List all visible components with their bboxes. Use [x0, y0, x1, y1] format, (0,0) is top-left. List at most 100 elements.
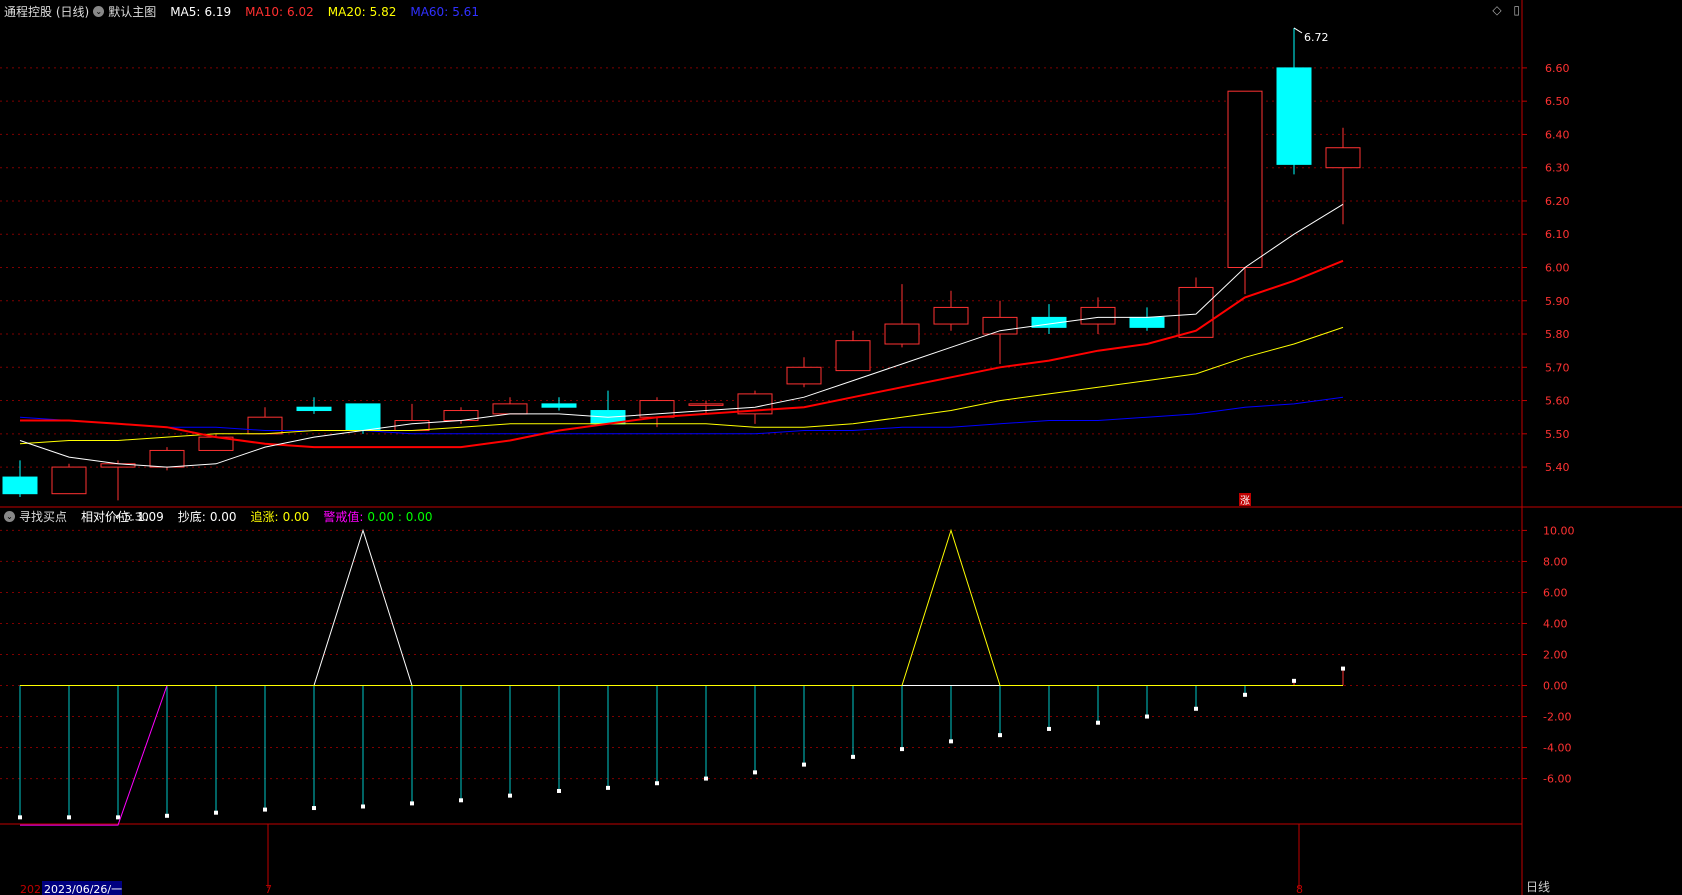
- sub-tick-label: -6.00: [1543, 773, 1571, 786]
- main-header: 通程控股 (日线) ⌄ 默认主图 MA5: 6.19 MA10: 6.02 MA…: [4, 3, 479, 20]
- ma10-value: 6.02: [287, 4, 314, 19]
- main-tick-label: 5.50: [1545, 428, 1570, 441]
- sub-tick-label: -2.00: [1543, 711, 1571, 724]
- diamond-icon[interactable]: ◇: [1492, 3, 1501, 17]
- alert-value: 0.00 : 0.00: [367, 509, 433, 524]
- relative-price-dot: [410, 801, 414, 806]
- ma5-value: 6.19: [204, 4, 232, 19]
- relative-price-dot: [18, 815, 22, 820]
- candle-body: [541, 403, 577, 408]
- relative-price-dot: [1243, 692, 1247, 697]
- sub-tick-label: 10.00: [1543, 524, 1575, 537]
- candle-body: [1080, 306, 1116, 325]
- relative-price-dot: [361, 804, 365, 809]
- ma20-label: MA20:: [327, 4, 366, 19]
- main-tick-label: 6.30: [1545, 162, 1570, 175]
- relative-price-dot: [263, 807, 267, 812]
- candle-body: [1227, 90, 1263, 268]
- grid-layer: [0, 67, 1522, 780]
- relative-price-dot: [802, 762, 806, 767]
- candle-body: [884, 323, 920, 345]
- main-tick-label: 6.60: [1545, 62, 1570, 75]
- chase-label: 追涨:: [250, 510, 279, 524]
- axis-date-label: 2023/06/26/一: [44, 883, 122, 895]
- candle-body: [2, 476, 38, 495]
- period-label[interactable]: 日线: [1526, 878, 1550, 895]
- main-tick-label: 6.50: [1545, 95, 1570, 108]
- alert-label: 警戒值:: [323, 510, 364, 524]
- sub-tick-label: 8.00: [1543, 555, 1568, 568]
- main-tick-label: 5.90: [1545, 295, 1570, 308]
- panel-toggle-icon[interactable]: ▯: [1513, 3, 1520, 17]
- candle-body: [982, 316, 1018, 335]
- relative-price-dot: [606, 785, 610, 790]
- candle-body: [149, 449, 185, 468]
- indicator-dropdown-icon[interactable]: ⌄: [4, 511, 15, 522]
- chase-line: [20, 528, 1343, 686]
- sub-tick-label: 0.00: [1543, 680, 1568, 693]
- ma5-label: MA5:: [170, 4, 201, 19]
- relative-price-dot: [312, 806, 316, 811]
- relative-price-dot: [1341, 666, 1345, 671]
- relative-price-dot: [1096, 720, 1100, 725]
- candle-body: [1276, 67, 1312, 165]
- relative-price-dot: [1145, 714, 1149, 719]
- rise-mark: 涨: [1240, 495, 1250, 507]
- relative-price-dot: [165, 813, 169, 818]
- rel-price-label: 相对价位:: [81, 510, 134, 524]
- sub-tick-label: -4.00: [1543, 742, 1571, 755]
- main-chart: [2, 27, 1361, 501]
- candle-body: [1129, 316, 1165, 328]
- chase-value: 0.00: [282, 509, 310, 524]
- relative-price-dot: [900, 747, 904, 752]
- main-tick-label: 5.80: [1545, 328, 1570, 341]
- candle-body: [296, 406, 332, 412]
- axis-month-7: 7: [265, 883, 272, 895]
- chart-stage[interactable]: 5.40 5.50 5.60 5.70 5.80 5.90 6.00 6.10 6.20 6.30…: [0, 0, 1682, 895]
- high-price-label: 6.72: [1304, 31, 1329, 44]
- main-tick-label: 6.40: [1545, 128, 1570, 141]
- relative-price-dot: [704, 776, 708, 781]
- relative-price-dot: [1047, 726, 1051, 731]
- main-tick-label: 6.20: [1545, 195, 1570, 208]
- stock-name[interactable]: 通程控股 (日线): [4, 3, 89, 20]
- indicator-chart: [18, 528, 1345, 826]
- ma60-value: 5.61: [452, 4, 479, 19]
- relative-price-dot: [508, 793, 512, 798]
- ma10-line: [20, 259, 1344, 449]
- sub-tick-label: 2.00: [1543, 648, 1568, 661]
- rel-price-value: 1.09: [137, 509, 164, 524]
- candle-body: [688, 403, 724, 406]
- template-dropdown-icon[interactable]: ⌄: [93, 6, 105, 17]
- candle-body: [492, 403, 528, 415]
- relative-price-dot: [851, 754, 855, 759]
- main-tick-label: 6.00: [1545, 261, 1570, 274]
- dip-value: 0.00: [209, 509, 237, 524]
- main-tick-label: 6.10: [1545, 228, 1570, 241]
- ma10-label: MA10:: [245, 4, 284, 19]
- main-tick-label: 5.60: [1545, 395, 1570, 408]
- candle-body: [786, 366, 822, 385]
- relative-price-dot: [116, 815, 120, 820]
- relative-price-dot: [557, 788, 561, 793]
- dip-label: 抄底:: [177, 510, 206, 524]
- candle-body: [345, 403, 381, 431]
- ma60-label: MA60:: [410, 4, 449, 19]
- sub-tick-label: 4.00: [1543, 617, 1568, 630]
- candle-body: [835, 340, 871, 372]
- relative-price-dot: [655, 781, 659, 786]
- relative-price-dot: [67, 815, 71, 820]
- template-name[interactable]: 默认主图: [108, 3, 156, 20]
- relative-price-dot: [753, 770, 757, 775]
- dip-line: [20, 528, 1343, 686]
- annotation-layer: 6.72←5.30涨: [115, 27, 1329, 523]
- indicator-name[interactable]: 寻找买点: [19, 508, 67, 525]
- relative-price-dot: [949, 739, 953, 744]
- candle-body: [247, 416, 283, 435]
- relative-price-dot: [998, 733, 1002, 738]
- candle-body: [933, 306, 969, 325]
- main-tick-label: 5.70: [1545, 361, 1570, 374]
- candle-body: [51, 466, 87, 495]
- main-tick-label: 5.40: [1545, 461, 1570, 474]
- ma20-value: 5.82: [369, 4, 397, 19]
